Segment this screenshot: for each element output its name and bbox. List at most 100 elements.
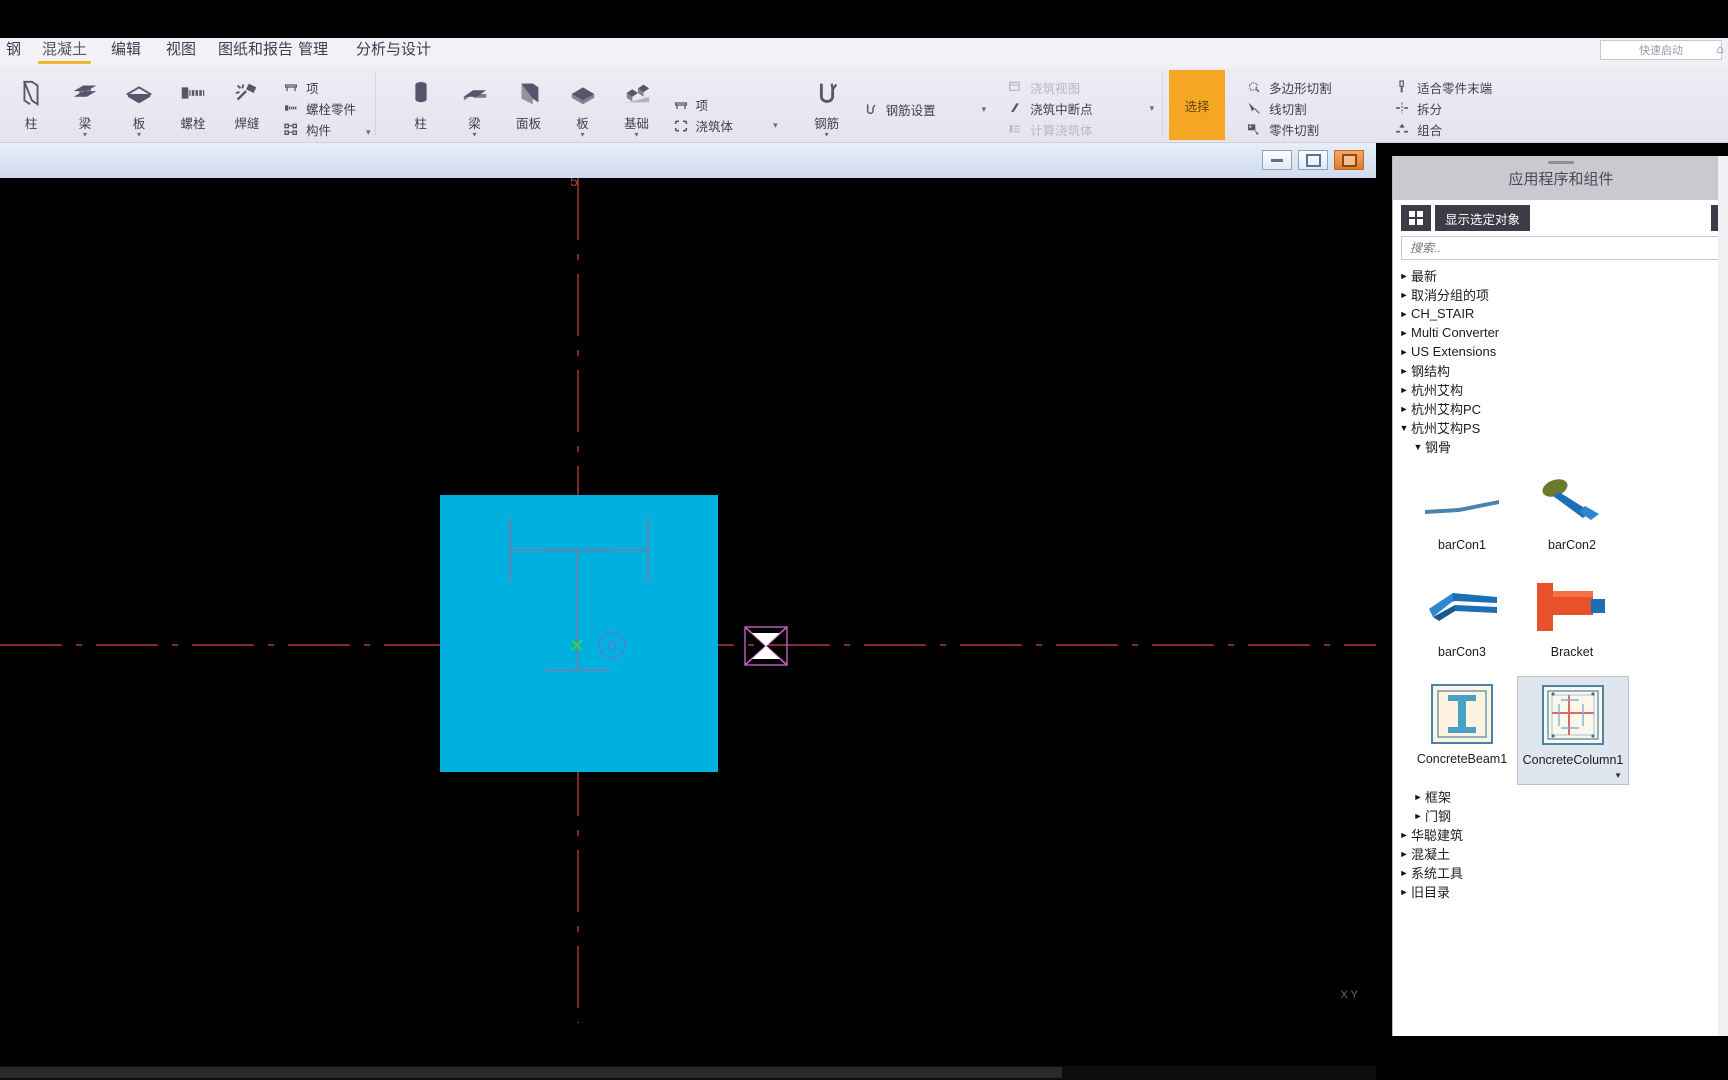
tree-item-钢骨[interactable]: ▼ 钢骨 [1397, 437, 1728, 456]
component-thumbnail-barCon2[interactable]: barCon2 [1517, 462, 1627, 569]
search-input[interactable] [1408, 240, 1714, 256]
ribbon-small-button-rebar-settings-icon[interactable]: 钢筋设置 ▾ [860, 99, 987, 120]
tree-item-框架[interactable]: ► 框架 [1397, 787, 1728, 806]
ribbon-small-button-part-cut-icon[interactable]: 零件切割 [1243, 119, 1373, 140]
ribbon-small-button-bolt-part-icon[interactable]: 螺栓零件 [280, 98, 356, 119]
chevron-right-icon[interactable]: ► [1397, 307, 1411, 321]
menu-item-5[interactable]: 管理 [298, 38, 328, 64]
chevron-right-icon[interactable]: ► [1397, 885, 1411, 899]
tree-item-CH_STAIR[interactable]: ► CH_STAIR [1397, 304, 1728, 323]
select-mode-button[interactable]: 选择 [1169, 70, 1226, 140]
chevron-right-icon[interactable]: ► [1397, 288, 1411, 302]
menu-item-3[interactable]: 视图 [166, 38, 196, 64]
window-close-button[interactable] [1334, 150, 1364, 170]
chevron-right-icon[interactable]: ► [1397, 326, 1411, 340]
model-canvas[interactable]: 5 X Y [0, 178, 1376, 1023]
component-thumbnail-barCon1[interactable]: barCon1 [1407, 462, 1517, 569]
ribbon-button-plate-icon[interactable]: 板 ▾ [112, 70, 166, 146]
chevron-right-icon[interactable]: ► [1397, 364, 1411, 378]
chevron-right-icon[interactable]: ► [1397, 345, 1411, 359]
chevron-right-icon[interactable]: ► [1397, 828, 1411, 842]
menu-item-2[interactable]: 编辑 [111, 38, 141, 64]
ribbon-button-concrete-beam-icon[interactable]: 梁 ▾ [448, 70, 502, 146]
chevron-down-icon[interactable]: ▾ [581, 131, 585, 139]
chevron-down-icon[interactable]: ▼ [1614, 771, 1622, 780]
chevron-down-icon[interactable]: ▾ [982, 104, 987, 115]
scroll-thumb[interactable] [0, 1067, 1062, 1078]
ribbon-small-button-fit-part-end-icon[interactable]: 适合零件末端 [1391, 77, 1531, 98]
show-selected-button[interactable]: 显示选定对象 [1435, 205, 1531, 231]
chevron-down-icon[interactable]: ▼ [1397, 421, 1411, 435]
tree-item-华聪建筑[interactable]: ► 华聪建筑 [1397, 825, 1728, 844]
window-minimize-button[interactable] [1262, 150, 1292, 170]
chevron-down-icon[interactable]: ▾ [825, 131, 829, 139]
ribbon-small-button-label: 项 [306, 81, 319, 96]
ribbon-button-bolt-icon[interactable]: 螺栓 [166, 70, 220, 146]
chevron-down-icon[interactable]: ▾ [473, 131, 477, 139]
grid-view-icon[interactable] [1401, 205, 1431, 231]
ribbon-small-button-polygon-cut-icon[interactable]: 多边形切割 [1243, 77, 1373, 98]
quick-access-input[interactable]: 快速启动 [1600, 40, 1722, 60]
ribbon-button-panel-icon[interactable]: 面板 [502, 70, 556, 146]
tree-item-杭州艾构PC[interactable]: ► 杭州艾构PC [1397, 399, 1728, 418]
ribbon-toolbar: 柱梁 ▾ 板 ▾ 螺栓 焊缝项螺栓零件 构件 ▾ 柱梁 ▾ 面板板 ▾ 基础 ▾ 项浇筑体 ▾ 钢筋 ▾ 钢筋设置 ▾… [0, 68, 1728, 143]
chevron-down-icon[interactable]: ▾ [366, 127, 371, 138]
ribbon-small-button-label: 零件切割 [1269, 123, 1320, 138]
ribbon-button-slab-icon[interactable]: 板 ▾ [556, 70, 610, 146]
chevron-right-icon[interactable]: ► [1397, 383, 1411, 397]
tree-item-系统工具[interactable]: ► 系统工具 [1397, 863, 1728, 882]
tree-item-US Extensions[interactable]: ► US Extensions [1397, 342, 1728, 361]
window-minimize-icon [1271, 158, 1283, 162]
menu-item-0[interactable]: 钢 [6, 38, 21, 64]
ribbon-small-button-assembly-icon[interactable]: 构件 [280, 119, 356, 140]
component-thumbnail-barCon3[interactable]: barCon3 [1407, 569, 1517, 676]
tree-item-取消分组的项[interactable]: ► 取消分组的项 [1397, 285, 1728, 304]
component-thumbnail-ConcreteBeam1[interactable]: ConcreteBeam1 [1407, 676, 1517, 783]
panel-drag-grip[interactable] [1548, 161, 1574, 164]
window-restore-button[interactable] [1298, 150, 1328, 170]
chevron-right-icon[interactable]: ► [1397, 402, 1411, 416]
chevron-right-icon[interactable]: ► [1411, 790, 1425, 804]
tree-item-旧目录[interactable]: ► 旧目录 [1397, 882, 1728, 901]
menu-item-6[interactable]: 分析与设计 [356, 38, 431, 64]
chevron-down-icon[interactable]: ▾ [137, 131, 141, 139]
tree-item-钢结构[interactable]: ► 钢结构 [1397, 361, 1728, 380]
ribbon-button-beam-icon[interactable]: 梁 ▾ [58, 70, 112, 146]
chevron-right-icon[interactable]: ► [1397, 847, 1411, 861]
component-thumbnail-ConcreteColumn1[interactable]: ConcreteColumn1 ▼ [1517, 676, 1629, 785]
chevron-down-icon[interactable]: ▾ [1150, 103, 1155, 114]
tree-item-杭州艾构PS[interactable]: ▼ 杭州艾构PS [1397, 418, 1728, 437]
chevron-down-icon[interactable]: ▾ [635, 131, 639, 139]
quick-access-icon[interactable]: ⌂ [1713, 40, 1727, 58]
tree-item-混凝土[interactable]: ► 混凝土 [1397, 844, 1728, 863]
chevron-right-icon[interactable]: ► [1397, 866, 1411, 880]
ribbon-small-button-pour-break-icon[interactable]: 浇筑中断点 ▾ [1004, 98, 1154, 119]
ribbon-small-button-item-icon[interactable]: 项 [280, 77, 356, 98]
tree-item-杭州艾构[interactable]: ► 杭州艾构 [1397, 380, 1728, 399]
ribbon-small-button-line-cut-icon[interactable]: 线切割 [1243, 98, 1373, 119]
chevron-down-icon[interactable]: ▾ [773, 120, 778, 131]
ribbon-group-fit: 适合零件末端 拆分 组合 [1381, 68, 1539, 144]
ribbon-button-column-icon[interactable]: 柱 [4, 70, 58, 146]
chevron-down-icon[interactable]: ▼ [1411, 440, 1425, 454]
menu-item-4[interactable]: 图纸和报告 [218, 38, 293, 64]
tree-item-最新[interactable]: ► 最新 [1397, 266, 1728, 285]
ribbon-button-concrete-column-icon[interactable]: 柱 [394, 70, 448, 146]
chevron-down-icon[interactable]: ▾ [83, 131, 87, 139]
tree-item-Multi Converter[interactable]: ► Multi Converter [1397, 323, 1728, 342]
ribbon-small-button-cast-unit-icon[interactable]: 浇筑体 ▾ [670, 115, 778, 136]
canvas-horizontal-scrollbar[interactable] [0, 1066, 1376, 1080]
menu-item-1[interactable]: 混凝土 [37, 38, 92, 64]
chevron-right-icon[interactable]: ► [1397, 269, 1411, 283]
ribbon-small-button-combine-icon[interactable]: 组合 [1391, 119, 1531, 140]
ribbon-button-footing-icon[interactable]: 基础 ▾ [610, 70, 664, 146]
ribbon-button-weld-icon[interactable]: 焊缝 [220, 70, 274, 146]
component-thumbnail-Bracket[interactable]: Bracket [1517, 569, 1627, 676]
ribbon-small-button-item-icon[interactable]: 项 [670, 94, 778, 115]
tree-item-门钢[interactable]: ► 门钢 [1397, 806, 1728, 825]
chevron-right-icon[interactable]: ► [1411, 809, 1425, 823]
ribbon-small-button-split-icon[interactable]: 拆分 [1391, 98, 1531, 119]
ribbon-button-rebar-icon[interactable]: 钢筋 ▾ [800, 70, 854, 146]
search-input-wrap[interactable] [1401, 236, 1721, 260]
panel-vertical-scrollbar[interactable] [1718, 156, 1728, 1036]
